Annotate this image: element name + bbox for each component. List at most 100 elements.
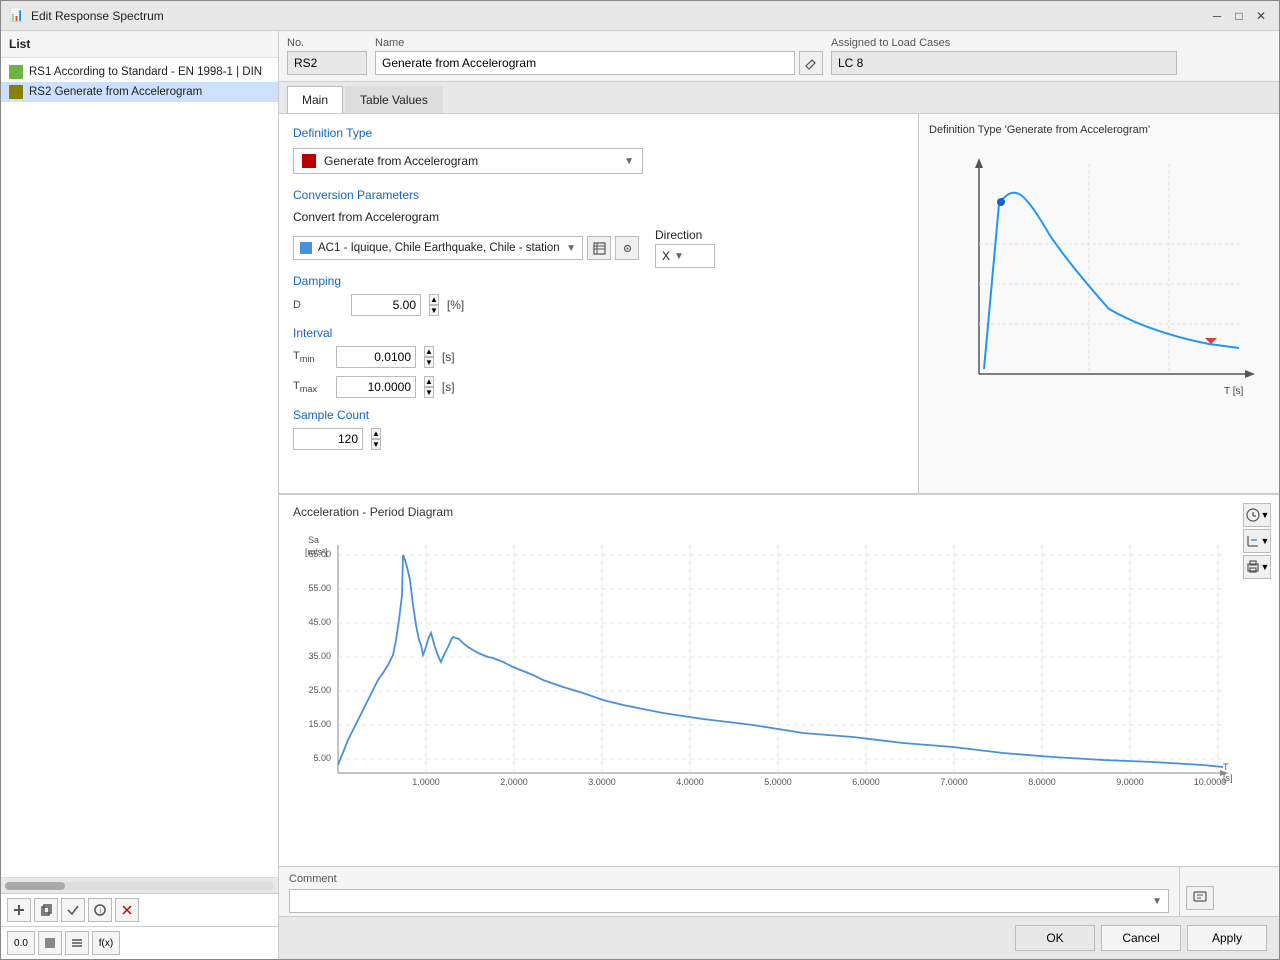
tmax-input[interactable] — [336, 376, 416, 398]
sample-count-input[interactable] — [293, 428, 363, 450]
preview-chart-svg: Sa [m/s2] T [s] — [929, 144, 1269, 414]
svg-text:4.0000: 4.0000 — [676, 777, 704, 787]
damping-down[interactable]: ▼ — [429, 305, 439, 316]
accel-edit-button[interactable] — [587, 236, 611, 260]
tmin-row: Tmin ▲ ▼ [s] — [293, 346, 904, 368]
svg-text:Sa: Sa — [308, 535, 319, 545]
title-bar: 📊 Edit Response Spectrum ─ □ ✕ — [1, 1, 1279, 31]
rs1-icon — [9, 65, 23, 79]
no-input[interactable] — [287, 51, 367, 75]
header-fields: No. Name Assigned to Load Cases — [279, 31, 1279, 82]
comment-left: Comment ▼ — [279, 867, 1179, 916]
scroll-track[interactable] — [5, 882, 274, 890]
direction-value: X — [662, 249, 670, 263]
check-button[interactable] — [61, 898, 85, 922]
assigned-input[interactable] — [831, 51, 1177, 75]
cancel-button[interactable]: Cancel — [1101, 925, 1181, 951]
print-icon — [1245, 559, 1261, 575]
svg-text:7.0000: 7.0000 — [940, 777, 968, 787]
svg-text:5.00: 5.00 — [313, 753, 331, 763]
damping-up[interactable]: ▲ — [429, 294, 439, 305]
damping-unit: [%] — [447, 298, 464, 312]
definition-type-value: Generate from Accelerogram — [324, 154, 616, 168]
maximize-button[interactable]: □ — [1229, 6, 1249, 26]
delete-button[interactable] — [115, 898, 139, 922]
print-button[interactable]: ▼ — [1243, 555, 1271, 579]
svg-text:T [s]: T [s] — [1224, 386, 1243, 397]
direction-label: Direction — [655, 228, 715, 242]
info-button[interactable]: i — [88, 898, 112, 922]
comment-dropdown-arrow[interactable]: ▼ — [1152, 896, 1162, 907]
chart-tools: ▼ ▼ ▼ — [1243, 503, 1271, 579]
tab-main[interactable]: Main — [287, 86, 343, 113]
close-button[interactable]: ✕ — [1251, 6, 1271, 26]
square-button[interactable] — [38, 931, 62, 955]
lines-button[interactable] — [65, 931, 89, 955]
window-title: Edit Response Spectrum — [31, 9, 1207, 23]
direction-select[interactable]: X ▼ — [655, 244, 715, 268]
delete-icon — [120, 903, 134, 917]
svg-text:35.00: 35.00 — [308, 651, 331, 661]
apply-button[interactable]: Apply — [1187, 925, 1267, 951]
tmax-up[interactable]: ▲ — [424, 376, 434, 387]
svg-text:8.0000: 8.0000 — [1028, 777, 1056, 787]
left-panel: List RS1 According to Standard - EN 1998… — [1, 31, 279, 959]
preview-title: Definition Type 'Generate from Accelerog… — [929, 124, 1269, 136]
clock-button[interactable]: ▼ — [1243, 503, 1271, 527]
rs2-icon — [9, 85, 23, 99]
clock-icon — [1245, 507, 1261, 523]
svg-text:15.00: 15.00 — [308, 719, 331, 729]
lower-chart: Acceleration - Period Diagram ▼ ▼ — [279, 494, 1279, 866]
tmin-up[interactable]: ▲ — [424, 346, 434, 357]
list-header: List — [1, 31, 278, 58]
name-row — [375, 51, 823, 75]
svg-text:10.0000: 10.0000 — [1194, 777, 1227, 787]
ok-button[interactable]: OK — [1015, 925, 1095, 951]
convert-from-label: Convert from Accelerogram — [293, 210, 904, 224]
tmin-down[interactable]: ▼ — [424, 357, 434, 368]
tmax-row: Tmax ▲ ▼ [s] — [293, 376, 904, 398]
tmin-spinner: ▲ ▼ — [424, 346, 434, 368]
svg-text:3.0000: 3.0000 — [588, 777, 616, 787]
copy-icon — [39, 903, 53, 917]
gear-icon — [621, 242, 634, 255]
damping-input[interactable] — [351, 294, 421, 316]
formula-button[interactable]: f(x) — [92, 931, 120, 955]
edit-icon — [804, 56, 818, 70]
tmin-unit: [s] — [442, 350, 455, 364]
definition-type-dropdown[interactable]: Generate from Accelerogram ▼ — [293, 148, 643, 174]
tab-table-values[interactable]: Table Values — [345, 86, 443, 113]
axes-button[interactable]: ▼ — [1243, 529, 1271, 553]
assigned-field-group: Assigned to Load Cases — [831, 37, 1271, 75]
tmin-label: Tmin — [293, 350, 328, 364]
tmax-spinner: ▲ ▼ — [424, 376, 434, 398]
damping-section: Damping D ▲ ▼ [%] — [293, 274, 904, 316]
sample-up[interactable]: ▲ — [371, 428, 381, 439]
print-dropdown: ▼ — [1261, 562, 1270, 572]
minimize-button[interactable]: ─ — [1207, 6, 1227, 26]
comment-right — [1179, 867, 1279, 916]
name-edit-button[interactable] — [799, 51, 823, 75]
accel-chart-title: Acceleration - Period Diagram — [293, 505, 1265, 519]
tmax-down[interactable]: ▼ — [424, 387, 434, 398]
tabs: Main Table Values — [279, 82, 1279, 114]
no-field-group: No. — [287, 37, 367, 75]
decimal-button[interactable]: 0.0 — [7, 931, 35, 955]
def-type-icon — [302, 154, 316, 168]
copy-button[interactable] — [34, 898, 58, 922]
list-item-rs1[interactable]: RS1 According to Standard - EN 1998-1 | … — [1, 62, 278, 82]
axes-dropdown: ▼ — [1261, 536, 1270, 546]
accel-options-button[interactable] — [615, 236, 639, 260]
comment-text-input[interactable] — [296, 894, 1152, 908]
add-button[interactable] — [7, 898, 31, 922]
damping-spinner: ▲ ▼ — [429, 294, 439, 316]
sample-down[interactable]: ▼ — [371, 439, 381, 450]
definition-type-section: Definition Type Generate from Accelerogr… — [293, 126, 904, 174]
left-panel-toolbar: i — [1, 893, 278, 926]
tmin-input[interactable] — [336, 346, 416, 368]
svg-text:25.00: 25.00 — [308, 685, 331, 695]
name-input[interactable] — [375, 51, 795, 75]
list-item-rs2[interactable]: RS2 Generate from Accelerogram — [1, 82, 278, 102]
comment-action-button[interactable] — [1186, 886, 1214, 910]
accelerogram-select[interactable]: AC1 - Iquique, Chile Earthquake, Chile -… — [293, 236, 583, 260]
